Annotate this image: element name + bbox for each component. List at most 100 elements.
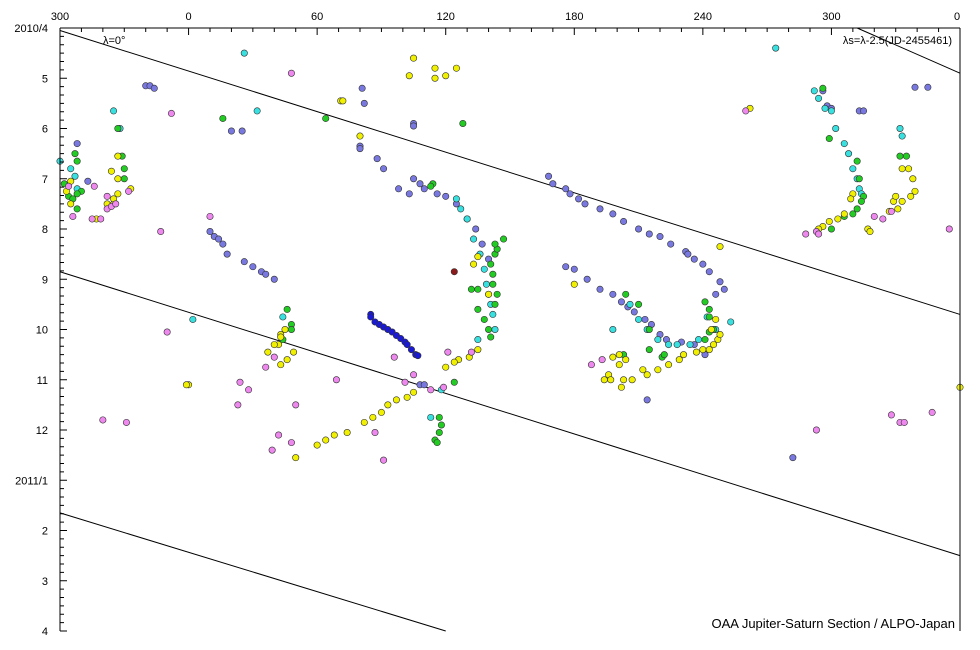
data-point — [292, 401, 300, 409]
data-point — [656, 233, 664, 241]
data-point — [896, 125, 904, 133]
data-point — [847, 195, 855, 203]
data-point — [827, 107, 835, 115]
data-point — [834, 215, 842, 223]
data-point — [821, 104, 829, 112]
data-point — [356, 132, 364, 140]
data-point — [97, 215, 105, 223]
data-point — [427, 182, 435, 190]
data-point — [665, 361, 673, 369]
data-point — [620, 376, 628, 384]
data-point — [575, 195, 583, 203]
data-point — [452, 64, 460, 72]
data-point — [620, 217, 628, 225]
data-point — [457, 205, 465, 213]
data-point — [410, 175, 418, 183]
y-tick-label: 6 — [42, 124, 48, 136]
data-point — [470, 235, 478, 243]
data-point — [236, 378, 244, 386]
data-point — [283, 305, 291, 313]
data-point — [902, 152, 910, 160]
x-tick-label: 300 — [51, 11, 69, 23]
data-point — [444, 348, 452, 356]
data-point — [356, 145, 364, 153]
data-point — [262, 270, 270, 278]
x-tick-label: 120 — [437, 11, 455, 23]
data-point — [99, 416, 107, 424]
data-point — [645, 346, 653, 354]
data-point — [245, 386, 253, 394]
data-point — [600, 376, 608, 384]
data-point — [88, 215, 96, 223]
x-tick-label: 180 — [565, 11, 583, 23]
data-point — [427, 413, 435, 421]
data-point — [403, 393, 411, 401]
data-point — [566, 190, 574, 198]
data-point — [909, 175, 917, 183]
data-point — [410, 388, 418, 396]
y-tick-label: 2010/4 — [14, 23, 48, 35]
data-point — [928, 408, 936, 416]
data-point — [596, 285, 604, 293]
data-point — [71, 150, 79, 158]
data-point — [277, 333, 285, 341]
data-point — [69, 212, 77, 220]
data-point — [433, 439, 441, 447]
data-point — [157, 228, 165, 236]
data-point — [849, 165, 857, 173]
data-point — [472, 225, 480, 233]
data-point — [67, 165, 75, 173]
data-point — [825, 217, 833, 225]
data-point — [617, 298, 625, 306]
data-point — [234, 401, 242, 409]
data-point — [420, 185, 428, 193]
data-point — [705, 268, 713, 276]
data-point — [480, 315, 488, 323]
data-point — [879, 215, 887, 223]
y-tick-label: 8 — [42, 224, 48, 236]
data-point — [720, 285, 728, 293]
data-point — [360, 99, 368, 107]
y-tick-label: 5 — [42, 73, 48, 85]
data-point — [474, 285, 482, 293]
data-point — [628, 376, 636, 384]
data-point — [695, 336, 703, 344]
data-point — [727, 318, 735, 326]
data-point — [371, 429, 379, 437]
system-longitude-annotation: λs=λ-2.5(JD-2455461) — [843, 35, 952, 47]
data-point — [924, 83, 932, 91]
data-point — [645, 325, 653, 333]
data-point — [596, 205, 604, 213]
data-point — [609, 210, 617, 218]
data-point — [433, 190, 441, 198]
data-point — [907, 192, 915, 200]
y-tick-label: 12 — [36, 425, 48, 437]
data-point — [90, 182, 98, 190]
data-point — [410, 371, 418, 379]
data-point — [182, 381, 190, 389]
data-point — [772, 44, 780, 52]
data-point — [827, 225, 835, 233]
data-point — [716, 331, 724, 339]
data-point — [615, 351, 623, 359]
data-point — [401, 378, 409, 386]
data-point — [343, 429, 351, 437]
data-point — [219, 240, 227, 248]
data-point — [630, 308, 638, 316]
data-point — [420, 381, 428, 389]
data-point — [802, 230, 810, 238]
data-point — [73, 190, 81, 198]
data-point — [467, 285, 475, 293]
y-tick-label: 7 — [42, 174, 48, 186]
data-point — [645, 230, 653, 238]
x-tick-label: 240 — [694, 11, 712, 23]
data-point — [435, 429, 443, 437]
data-point — [699, 346, 707, 354]
data-point — [641, 315, 649, 323]
data-point — [330, 431, 338, 439]
data-point — [287, 69, 295, 77]
data-point — [240, 49, 248, 57]
data-point — [442, 72, 450, 80]
data-point — [73, 205, 81, 213]
data-point — [167, 109, 175, 117]
